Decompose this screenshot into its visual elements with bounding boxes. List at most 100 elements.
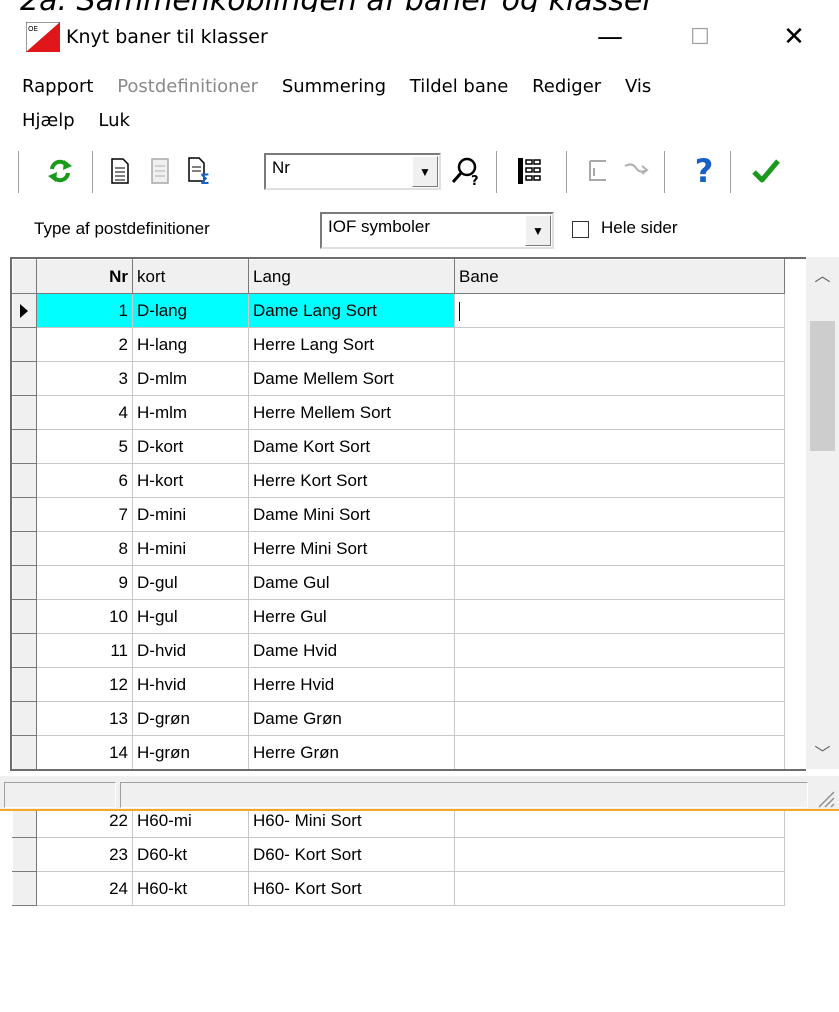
close-button[interactable]: ✕	[764, 12, 824, 62]
cell-kort[interactable]: H-hvid	[132, 667, 249, 702]
cell-lang[interactable]: Dame Lang Sort	[248, 293, 455, 328]
table-row[interactable]: 13 D-grøn Dame Grøn	[12, 701, 785, 736]
minimize-button[interactable]: —	[580, 12, 640, 62]
cell-kort[interactable]: D60-kt	[132, 837, 249, 872]
table-row[interactable]: 6 H-kort Herre Kort Sort	[12, 463, 785, 498]
table-row[interactable]: 9 D-gul Dame Gul	[12, 565, 785, 600]
table-row[interactable]: 3 D-mlm Dame Mellem Sort	[12, 361, 785, 396]
cell-bane[interactable]	[454, 463, 785, 498]
row-indicator[interactable]	[12, 531, 37, 566]
cell-kort[interactable]: H60-kt	[132, 871, 249, 906]
row-indicator[interactable]	[12, 837, 37, 872]
cell-lang[interactable]: Herre Lang Sort	[248, 327, 455, 362]
refresh-button[interactable]	[42, 153, 78, 189]
cell-lang[interactable]: Dame Kort Sort	[248, 429, 455, 464]
cell-kort[interactable]: D-hvid	[132, 633, 249, 668]
cell-lang[interactable]: D60- Kort Sort	[248, 837, 455, 872]
row-indicator[interactable]	[12, 701, 37, 736]
row-indicator[interactable]	[12, 327, 37, 362]
cell-lang[interactable]: Dame Grøn	[248, 701, 455, 736]
cell-kort[interactable]: H-lang	[132, 327, 249, 362]
cell-kort[interactable]: D-kort	[132, 429, 249, 464]
cell-nr[interactable]: 11	[36, 633, 133, 668]
chevron-down-icon[interactable]: ▼	[412, 156, 438, 187]
column-header-bane[interactable]: Bane	[454, 259, 785, 294]
cell-nr[interactable]: 24	[36, 871, 133, 906]
scroll-up-icon[interactable]: ︿	[806, 259, 839, 289]
cell-bane[interactable]	[454, 701, 785, 736]
cell-lang[interactable]: Dame Gul	[248, 565, 455, 600]
cell-lang[interactable]: Herre Hvid	[248, 667, 455, 702]
scroll-down-icon[interactable]: ﹀	[806, 737, 839, 767]
cell-kort[interactable]: H-kort	[132, 463, 249, 498]
cell-bane[interactable]	[454, 497, 785, 532]
row-indicator[interactable]	[12, 599, 37, 634]
cell-kort[interactable]: D-gul	[132, 565, 249, 600]
row-indicator[interactable]	[12, 293, 37, 328]
cell-lang[interactable]: Herre Mini Sort	[248, 531, 455, 566]
menu-rapport[interactable]: Rapport	[22, 70, 93, 104]
cell-lang[interactable]: Herre Gul	[248, 599, 455, 634]
cell-bane[interactable]	[454, 633, 785, 668]
table-row[interactable]: 12 H-hvid Herre Hvid	[12, 667, 785, 702]
cell-bane[interactable]	[454, 327, 785, 362]
table-row[interactable]: 8 H-mini Herre Mini Sort	[12, 531, 785, 566]
cell-nr[interactable]: 9	[36, 565, 133, 600]
cell-kort[interactable]: H-mlm	[132, 395, 249, 430]
table-row[interactable]: 23 D60-kt D60- Kort Sort	[12, 837, 785, 872]
table-row[interactable]: 1 D-lang Dame Lang Sort	[12, 293, 785, 328]
resize-grip-icon[interactable]	[815, 788, 835, 808]
cell-lang[interactable]: Herre Grøn	[248, 735, 455, 770]
vertical-scrollbar[interactable]: ︿ ﹀	[806, 257, 839, 769]
table-row[interactable]: 10 H-gul Herre Gul	[12, 599, 785, 634]
cell-kort[interactable]: D-mlm	[132, 361, 249, 396]
chevron-down-icon[interactable]: ▼	[525, 215, 551, 246]
table-row[interactable]: 24 H60-kt H60- Kort Sort	[12, 871, 785, 906]
row-indicator[interactable]	[12, 429, 37, 464]
cell-lang[interactable]: Dame Mellem Sort	[248, 361, 455, 396]
menu-summering[interactable]: Summering	[282, 70, 386, 104]
cell-kort[interactable]: H-mini	[132, 531, 249, 566]
table-row[interactable]: 4 H-mlm Herre Mellem Sort	[12, 395, 785, 430]
row-indicator[interactable]	[12, 735, 37, 770]
document-sum-button[interactable]: Σ	[182, 153, 218, 189]
row-indicator[interactable]	[12, 667, 37, 702]
scroll-thumb[interactable]	[810, 321, 835, 451]
cell-nr[interactable]: 4	[36, 395, 133, 430]
cell-nr[interactable]: 1	[36, 293, 133, 328]
sort-field-select[interactable]: Nr ▼	[264, 153, 441, 190]
menu-tildel-bane[interactable]: Tildel bane	[410, 70, 509, 104]
cell-nr[interactable]: 3	[36, 361, 133, 396]
whole-pages-checkbox[interactable]	[572, 221, 589, 238]
type-select[interactable]: IOF symboler ▼	[320, 212, 554, 249]
cell-bane[interactable]	[454, 361, 785, 396]
cell-bane[interactable]	[454, 395, 785, 430]
cell-kort[interactable]: H-grøn	[132, 735, 249, 770]
cell-nr[interactable]: 6	[36, 463, 133, 498]
cell-kort[interactable]: H-gul	[132, 599, 249, 634]
row-indicator[interactable]	[12, 565, 37, 600]
cell-lang[interactable]: Herre Kort Sort	[248, 463, 455, 498]
cell-bane[interactable]	[454, 599, 785, 634]
cell-kort[interactable]: D-mini	[132, 497, 249, 532]
menu-vis[interactable]: Vis	[625, 70, 651, 104]
cell-nr[interactable]: 7	[36, 497, 133, 532]
cell-bane[interactable]	[454, 837, 785, 872]
document-button[interactable]	[102, 153, 138, 189]
row-indicator[interactable]	[12, 463, 37, 498]
cell-bane[interactable]	[454, 429, 785, 464]
cell-nr[interactable]: 23	[36, 837, 133, 872]
cell-nr[interactable]: 2	[36, 327, 133, 362]
cell-lang[interactable]: H60- Kort Sort	[248, 871, 455, 906]
cell-lang[interactable]: Herre Mellem Sort	[248, 395, 455, 430]
cell-bane[interactable]	[454, 565, 785, 600]
cell-lang[interactable]: Dame Mini Sort	[248, 497, 455, 532]
menu-hjaelp[interactable]: Hjælp	[22, 104, 75, 138]
table-row[interactable]: 2 H-lang Herre Lang Sort	[12, 327, 785, 362]
row-indicator[interactable]	[12, 633, 37, 668]
cell-lang[interactable]: Dame Hvid	[248, 633, 455, 668]
menu-luk[interactable]: Luk	[98, 104, 130, 138]
cell-bane[interactable]	[454, 871, 785, 906]
row-indicator[interactable]	[12, 497, 37, 532]
help-button[interactable]: ?	[686, 152, 722, 190]
